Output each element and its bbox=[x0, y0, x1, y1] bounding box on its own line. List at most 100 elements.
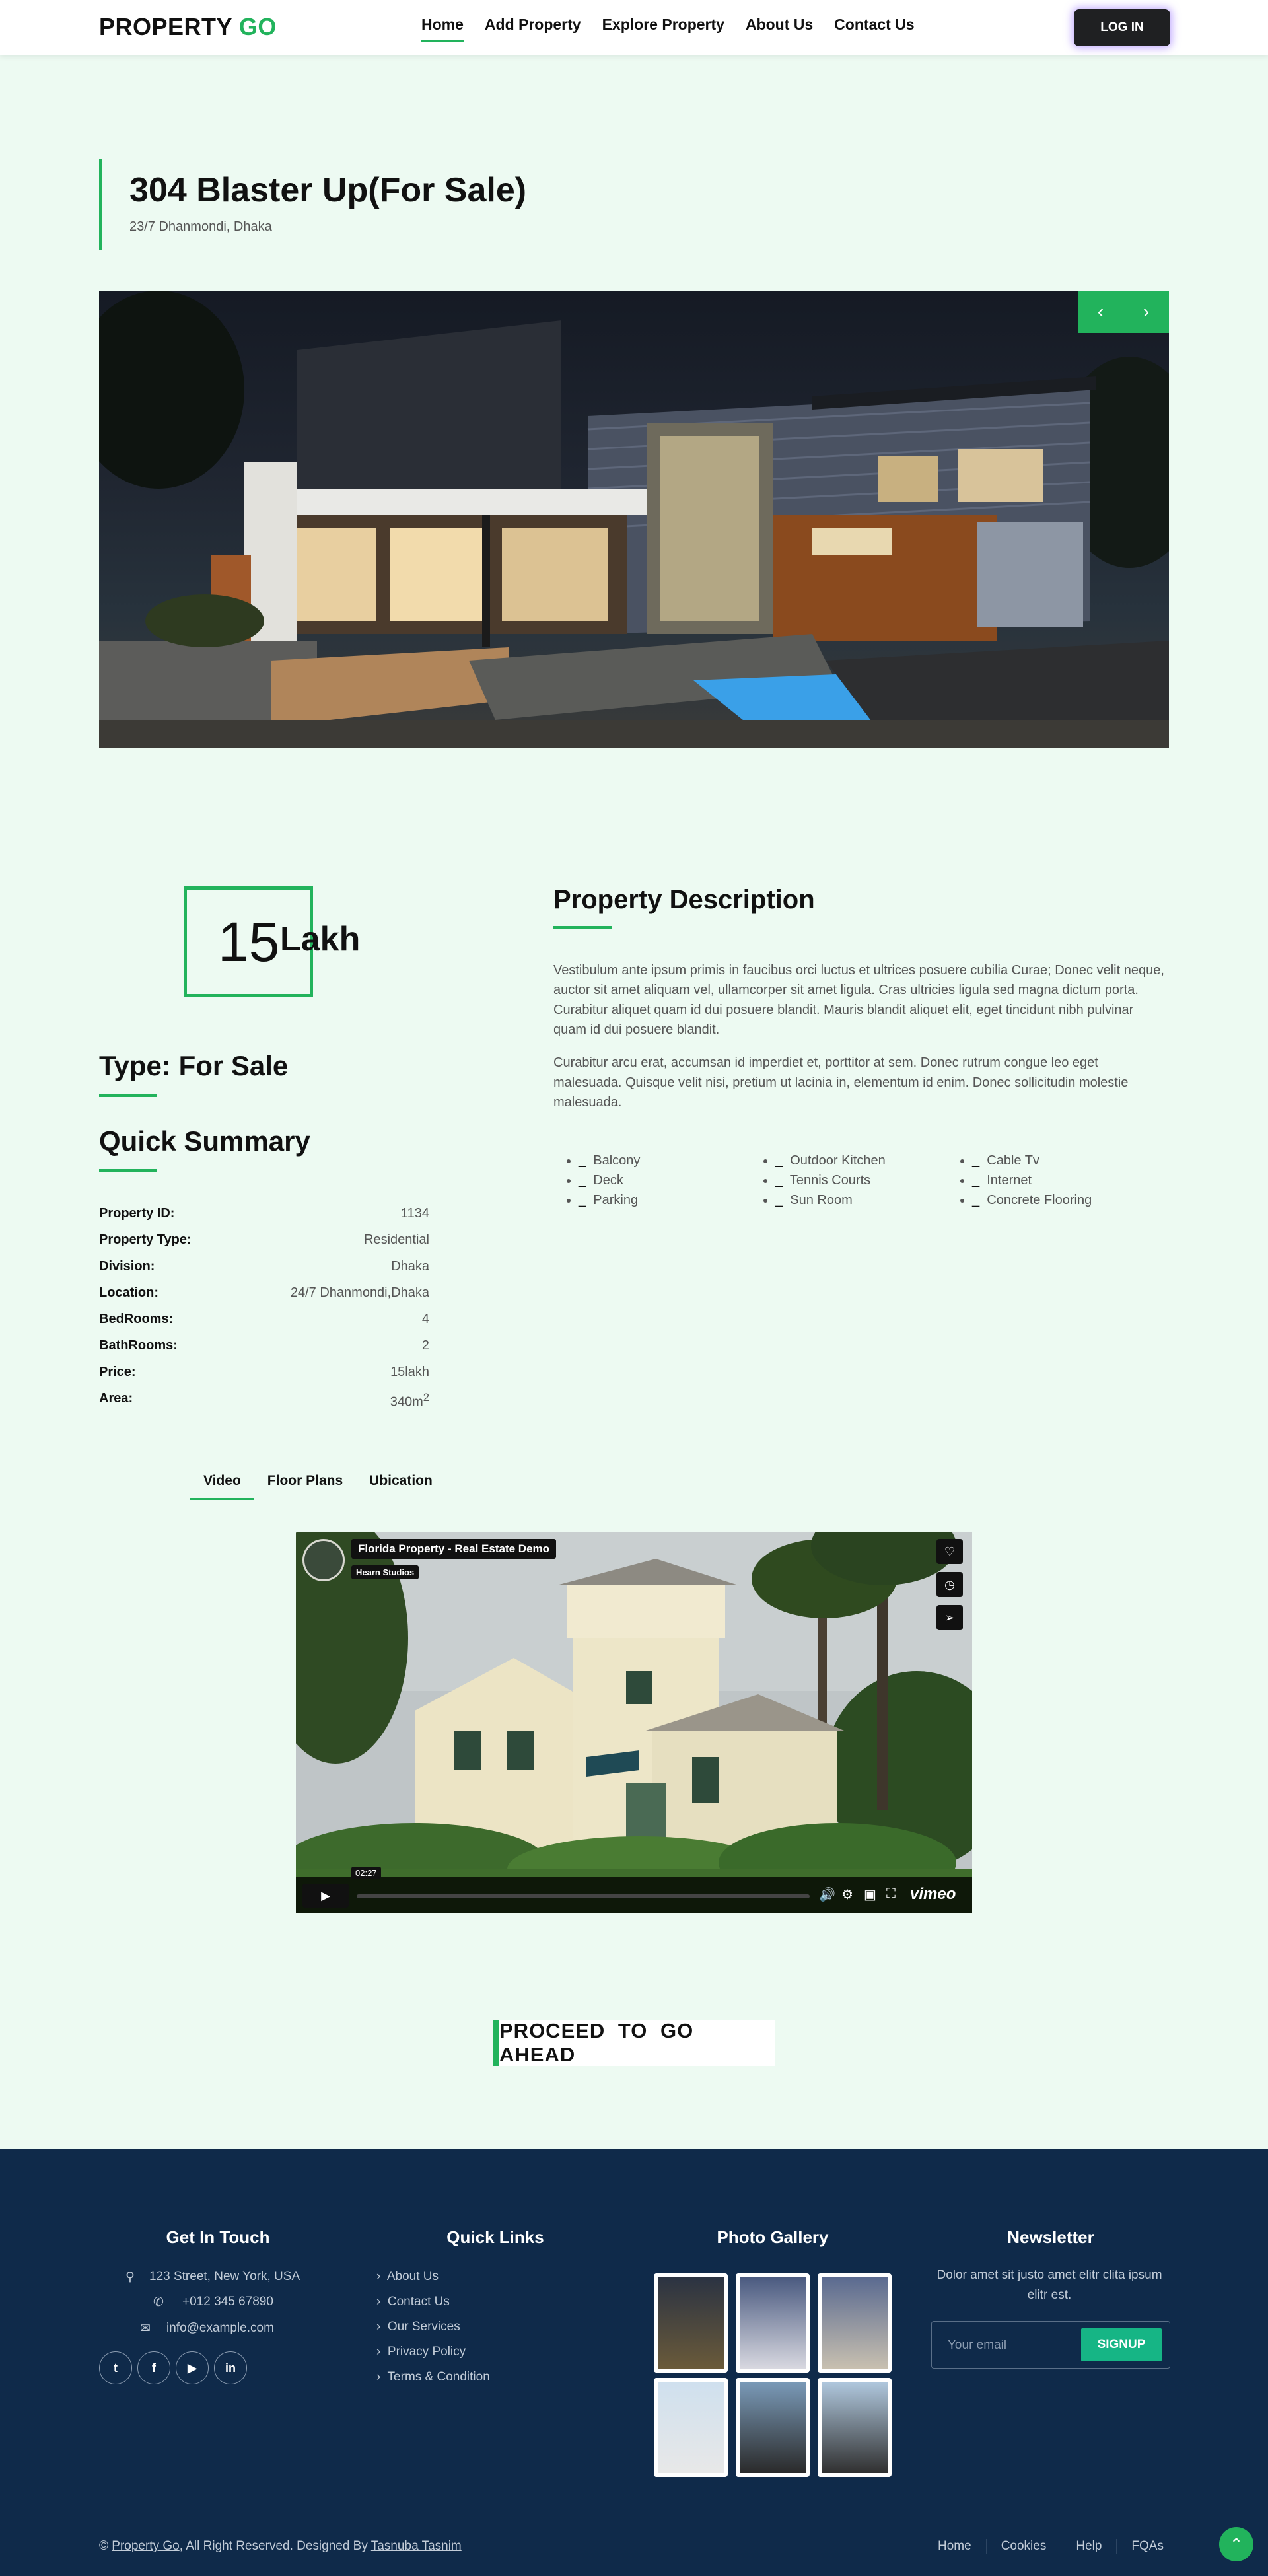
summary-value: Dhaka bbox=[391, 1259, 429, 1273]
footer-link-about-us[interactable]: › About Us bbox=[376, 2270, 439, 2284]
type-heading: Type: For Sale bbox=[99, 1050, 289, 1081]
back-to-top-chevron-up-icon[interactable]: ⌃ bbox=[1219, 2527, 1253, 2561]
summary-label: Area: bbox=[99, 1391, 133, 1406]
gallery-thumb-5[interactable] bbox=[736, 2378, 810, 2477]
footer-link-privacy-policy[interactable]: › Privacy Policy bbox=[376, 2345, 466, 2359]
summary-row-bathrooms: BathRooms: 2 bbox=[99, 1338, 429, 1365]
footer-newsletter-heading: Newsletter bbox=[1007, 2227, 1094, 2247]
nav-explore-property[interactable]: Explore Property bbox=[602, 16, 724, 42]
summary-value: 2 bbox=[421, 1338, 429, 1353]
summary-label: Property ID: bbox=[99, 1206, 175, 1221]
description-heading-underline bbox=[553, 926, 612, 929]
amenity-item: Cable Tv bbox=[972, 1151, 1169, 1170]
nav-about-us[interactable]: About Us bbox=[746, 16, 813, 42]
description-paragraph-2: Curabitur arcu erat, accumsan id imperdi… bbox=[553, 1055, 1129, 1110]
facebook-icon[interactable]: f bbox=[137, 2351, 170, 2384]
play-icon[interactable]: ▶ bbox=[302, 1884, 349, 1908]
nav-add-property[interactable]: Add Property bbox=[485, 16, 581, 42]
bottom-link-help[interactable]: Help bbox=[1061, 2539, 1117, 2554]
vimeo-logo[interactable]: vimeo bbox=[910, 1885, 956, 1904]
gallery-thumb-4[interactable] bbox=[654, 2378, 728, 2477]
login-button[interactable]: LOG IN bbox=[1074, 9, 1170, 46]
copyright-text: , All Right Reserved. Designed By bbox=[179, 2539, 368, 2553]
amenity-item: Deck bbox=[579, 1170, 775, 1190]
settings-gear-icon[interactable]: ⚙ bbox=[841, 1886, 853, 1903]
summary-value: 24/7 Dhanmondi,Dhaka bbox=[290, 1285, 429, 1300]
video-thumbnail bbox=[296, 1532, 972, 1913]
bottom-link-home[interactable]: Home bbox=[923, 2539, 987, 2554]
nav-home[interactable]: Home bbox=[421, 16, 464, 42]
footer-phone: +012 345 67890 bbox=[182, 2295, 273, 2308]
summary-value: 15lakh bbox=[390, 1365, 429, 1379]
footer-link-label: Our Services bbox=[387, 2320, 460, 2334]
amenity-item: Concrete Flooring bbox=[972, 1190, 1169, 1210]
tab-ubication[interactable]: Ubication bbox=[356, 1470, 446, 1500]
video-progress-bar[interactable] bbox=[357, 1894, 810, 1898]
amenity-item: Tennis Courts bbox=[775, 1170, 972, 1190]
like-heart-icon[interactable]: ♡ bbox=[936, 1539, 963, 1564]
footer-link-label: About Us bbox=[386, 2270, 439, 2283]
slider-prev-icon[interactable]: ‹ bbox=[1078, 291, 1123, 333]
watch-later-clock-icon[interactable]: ◷ bbox=[936, 1572, 963, 1597]
video-player[interactable]: Florida Property - Real Estate Demo Hear… bbox=[296, 1532, 972, 1913]
footer-address: 123 Street, New York, USA bbox=[149, 2270, 300, 2283]
pip-icon[interactable]: ▣ bbox=[864, 1886, 876, 1903]
tab-floor-plans[interactable]: Floor Plans bbox=[254, 1470, 356, 1500]
summary-row-bedrooms: BedRooms: 4 bbox=[99, 1312, 429, 1338]
area-unit-sup: 2 bbox=[423, 1391, 429, 1404]
share-send-icon[interactable]: ➢ bbox=[936, 1605, 963, 1630]
bottom-link-fqas[interactable]: FQAs bbox=[1117, 2539, 1164, 2554]
footer-contact-heading: Get In Touch bbox=[166, 2227, 270, 2247]
amenity-item: Outdoor Kitchen bbox=[775, 1151, 972, 1170]
copyright-brand-link[interactable]: Property Go bbox=[112, 2539, 179, 2553]
navbar: PROPERTY GO Home Add Property Explore Pr… bbox=[0, 0, 1268, 55]
summary-label: Location: bbox=[99, 1285, 158, 1300]
linkedin-icon[interactable]: in bbox=[214, 2351, 247, 2384]
envelope-icon: ✉ bbox=[140, 2322, 151, 2336]
volume-icon[interactable]: 🔊 bbox=[819, 1886, 835, 1903]
summary-row-price: Price: 15lakh bbox=[99, 1365, 429, 1391]
tab-video[interactable]: Video bbox=[190, 1470, 254, 1500]
footer-link-contact-us[interactable]: › Contact Us bbox=[376, 2295, 450, 2309]
amenity-item: Internet bbox=[972, 1170, 1169, 1190]
signup-button[interactable]: SIGNUP bbox=[1081, 2328, 1162, 2361]
phone-icon: ✆ bbox=[153, 2295, 164, 2309]
slider-controls: ‹ › bbox=[1078, 291, 1169, 333]
footer-link-our-services[interactable]: › Our Services bbox=[376, 2320, 460, 2334]
proceed-button[interactable]: PROCEED TO GO AHEAD bbox=[493, 2019, 775, 2066]
summary-row-area: Area: 340m2 bbox=[99, 1391, 429, 1417]
newsletter-email-input[interactable] bbox=[948, 2332, 1067, 2359]
amenity-item: Balcony bbox=[579, 1151, 775, 1170]
designer-link[interactable]: Tasnuba Tasnim bbox=[371, 2539, 462, 2553]
footer-bottom-links: Home Cookies Help FQAs bbox=[923, 2539, 1164, 2554]
footer-link-label: Contact Us bbox=[387, 2295, 450, 2308]
footer-links-heading: Quick Links bbox=[446, 2227, 544, 2247]
logo[interactable]: PROPERTY GO bbox=[99, 13, 277, 41]
property-address: 23/7 Dhanmondi, Dhaka bbox=[129, 219, 272, 234]
summary-label: BedRooms: bbox=[99, 1312, 174, 1326]
logo-accent: GO bbox=[238, 13, 277, 40]
media-tabs: Video Floor Plans Ubication bbox=[190, 1470, 446, 1500]
quick-summary-table: Property ID: 1134 Property Type: Residen… bbox=[99, 1206, 429, 1417]
youtube-icon[interactable]: ▶ bbox=[176, 2351, 209, 2384]
slider-next-icon[interactable]: › bbox=[1123, 291, 1169, 333]
gallery-thumb-2[interactable] bbox=[736, 2273, 810, 2373]
bottom-link-cookies[interactable]: Cookies bbox=[987, 2539, 1062, 2554]
summary-label: Price: bbox=[99, 1365, 136, 1379]
video-author[interactable]: Hearn Studios bbox=[351, 1565, 419, 1579]
summary-label: BathRooms: bbox=[99, 1338, 178, 1353]
footer-link-terms[interactable]: › Terms & Condition bbox=[376, 2370, 490, 2384]
gallery-thumb-3[interactable] bbox=[818, 2273, 892, 2373]
summary-row-division: Division: Dhaka bbox=[99, 1259, 429, 1285]
summary-heading-underline bbox=[99, 1169, 157, 1172]
channel-avatar[interactable] bbox=[302, 1539, 345, 1581]
footer-link-label: Privacy Policy bbox=[387, 2345, 466, 2359]
gallery-thumb-6[interactable] bbox=[818, 2378, 892, 2477]
twitter-icon[interactable]: t bbox=[99, 2351, 132, 2384]
fullscreen-icon[interactable]: ⛶ bbox=[886, 1886, 896, 1902]
amenities-list: Balcony Outdoor Kitchen Cable Tv Deck Te… bbox=[567, 1151, 1169, 1210]
amenity-item: Parking bbox=[579, 1190, 775, 1210]
video-title[interactable]: Florida Property - Real Estate Demo bbox=[351, 1539, 557, 1559]
nav-contact-us[interactable]: Contact Us bbox=[834, 16, 914, 42]
gallery-thumb-1[interactable] bbox=[654, 2273, 728, 2373]
